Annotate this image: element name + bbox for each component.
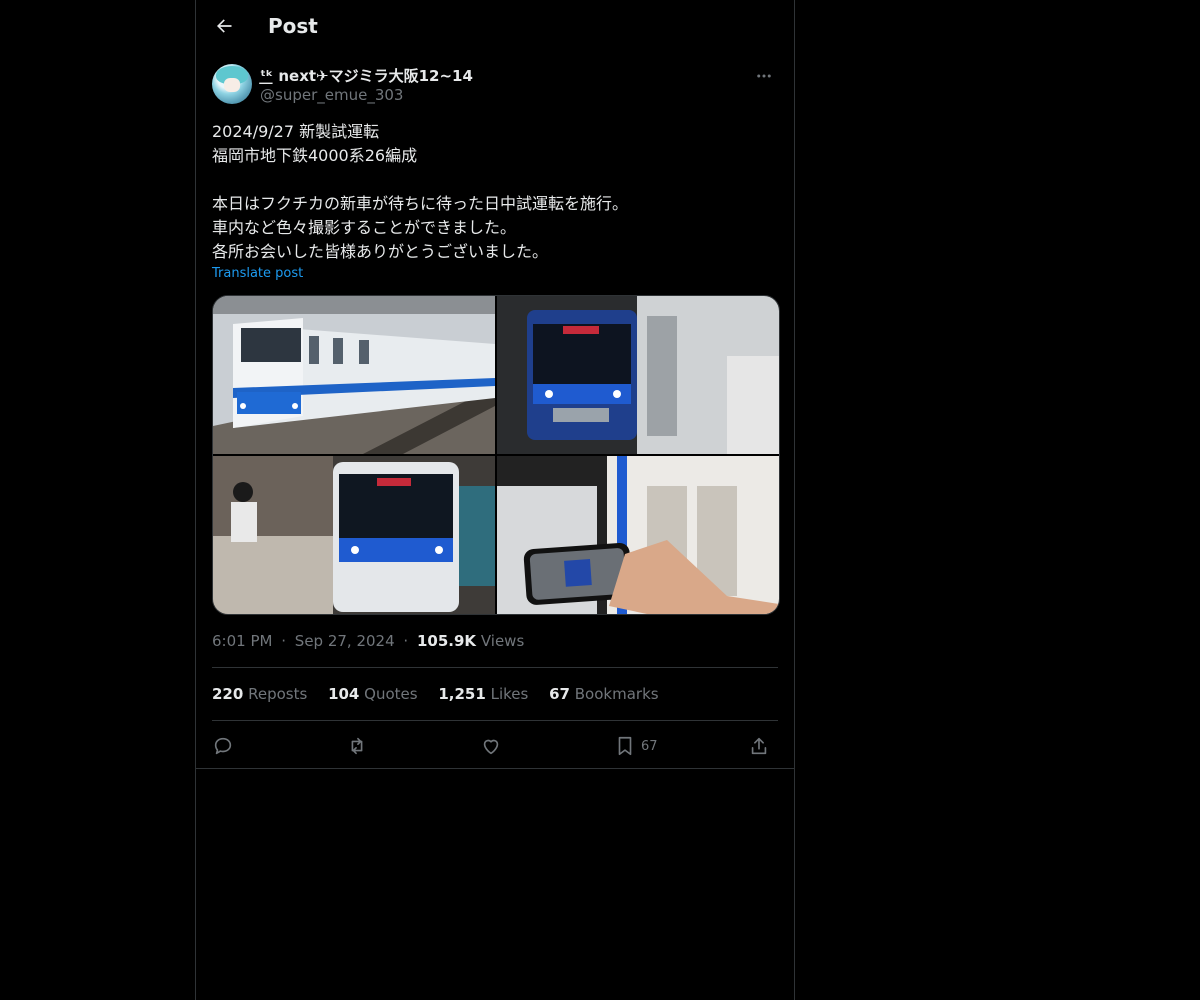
engagement-stats: 220 Reposts 104 Quotes 1,251 Likes 67 Bo… [212, 685, 675, 703]
page-header: Post [196, 0, 794, 53]
post-date[interactable]: Sep 27, 2024 [295, 632, 395, 650]
share-icon [751, 737, 767, 755]
like-button[interactable] [480, 731, 502, 761]
back-button[interactable] [206, 8, 242, 44]
views-count: 105.9K [416, 632, 477, 650]
media-grid [212, 295, 780, 615]
action-bar: 67 [212, 731, 778, 761]
arrow-left-icon [217, 19, 232, 33]
translate-post-link[interactable]: Translate post [212, 266, 303, 281]
quotes-stat[interactable]: 104 Quotes [328, 685, 418, 703]
photo-train-arriving[interactable] [213, 456, 495, 614]
post-meta: 6:01 PM · Sep 27, 2024 · 105.9K Views [212, 632, 524, 650]
post-text: 2024/9/27 新製試運転 福岡市地下鉄4000系26編成 本日はフクチカの… [212, 122, 629, 261]
repost-button[interactable] [346, 731, 368, 761]
reposts-stat[interactable]: 220 Reposts [212, 685, 307, 703]
more-options-button[interactable] [750, 64, 778, 88]
reply-button[interactable] [212, 731, 234, 761]
divider [212, 667, 778, 668]
share-button[interactable] [748, 731, 770, 761]
page-title: Post [268, 14, 318, 38]
post-bottom-border [196, 768, 794, 769]
like-icon [483, 739, 499, 755]
bookmark-icon [618, 736, 632, 756]
photo-train-platform[interactable] [497, 296, 779, 454]
bookmark-count: 67 [641, 738, 658, 754]
reply-icon [214, 737, 232, 755]
post-author: ᵗ͟ᵏ next✈マジミラ大阪12~14 @super_emue_303 [212, 64, 778, 108]
post-time[interactable]: 6:01 PM [212, 632, 272, 650]
divider [212, 720, 778, 721]
bookmarks-stat[interactable]: 67 Bookmarks [549, 685, 658, 703]
likes-stat[interactable]: 1,251 Likes [438, 685, 528, 703]
meta-separator: · [281, 632, 287, 650]
photo-phone-photo[interactable] [497, 456, 779, 614]
author-display-name[interactable]: ᵗ͟ᵏ next✈マジミラ大阪12~14 [260, 65, 473, 86]
views-label: Views [480, 632, 525, 650]
photo-train-elevated[interactable] [213, 296, 495, 454]
post-column: Post ᵗ͟ᵏ next✈マジミラ大阪12~14 @super_emue_30… [195, 0, 795, 1000]
bookmark-button[interactable]: 67 [614, 731, 658, 761]
author-handle[interactable]: @super_emue_303 [260, 86, 403, 104]
more-horizontal-icon [757, 74, 771, 78]
repost-icon [351, 737, 363, 755]
avatar[interactable] [212, 64, 252, 104]
meta-separator: · [403, 632, 409, 650]
